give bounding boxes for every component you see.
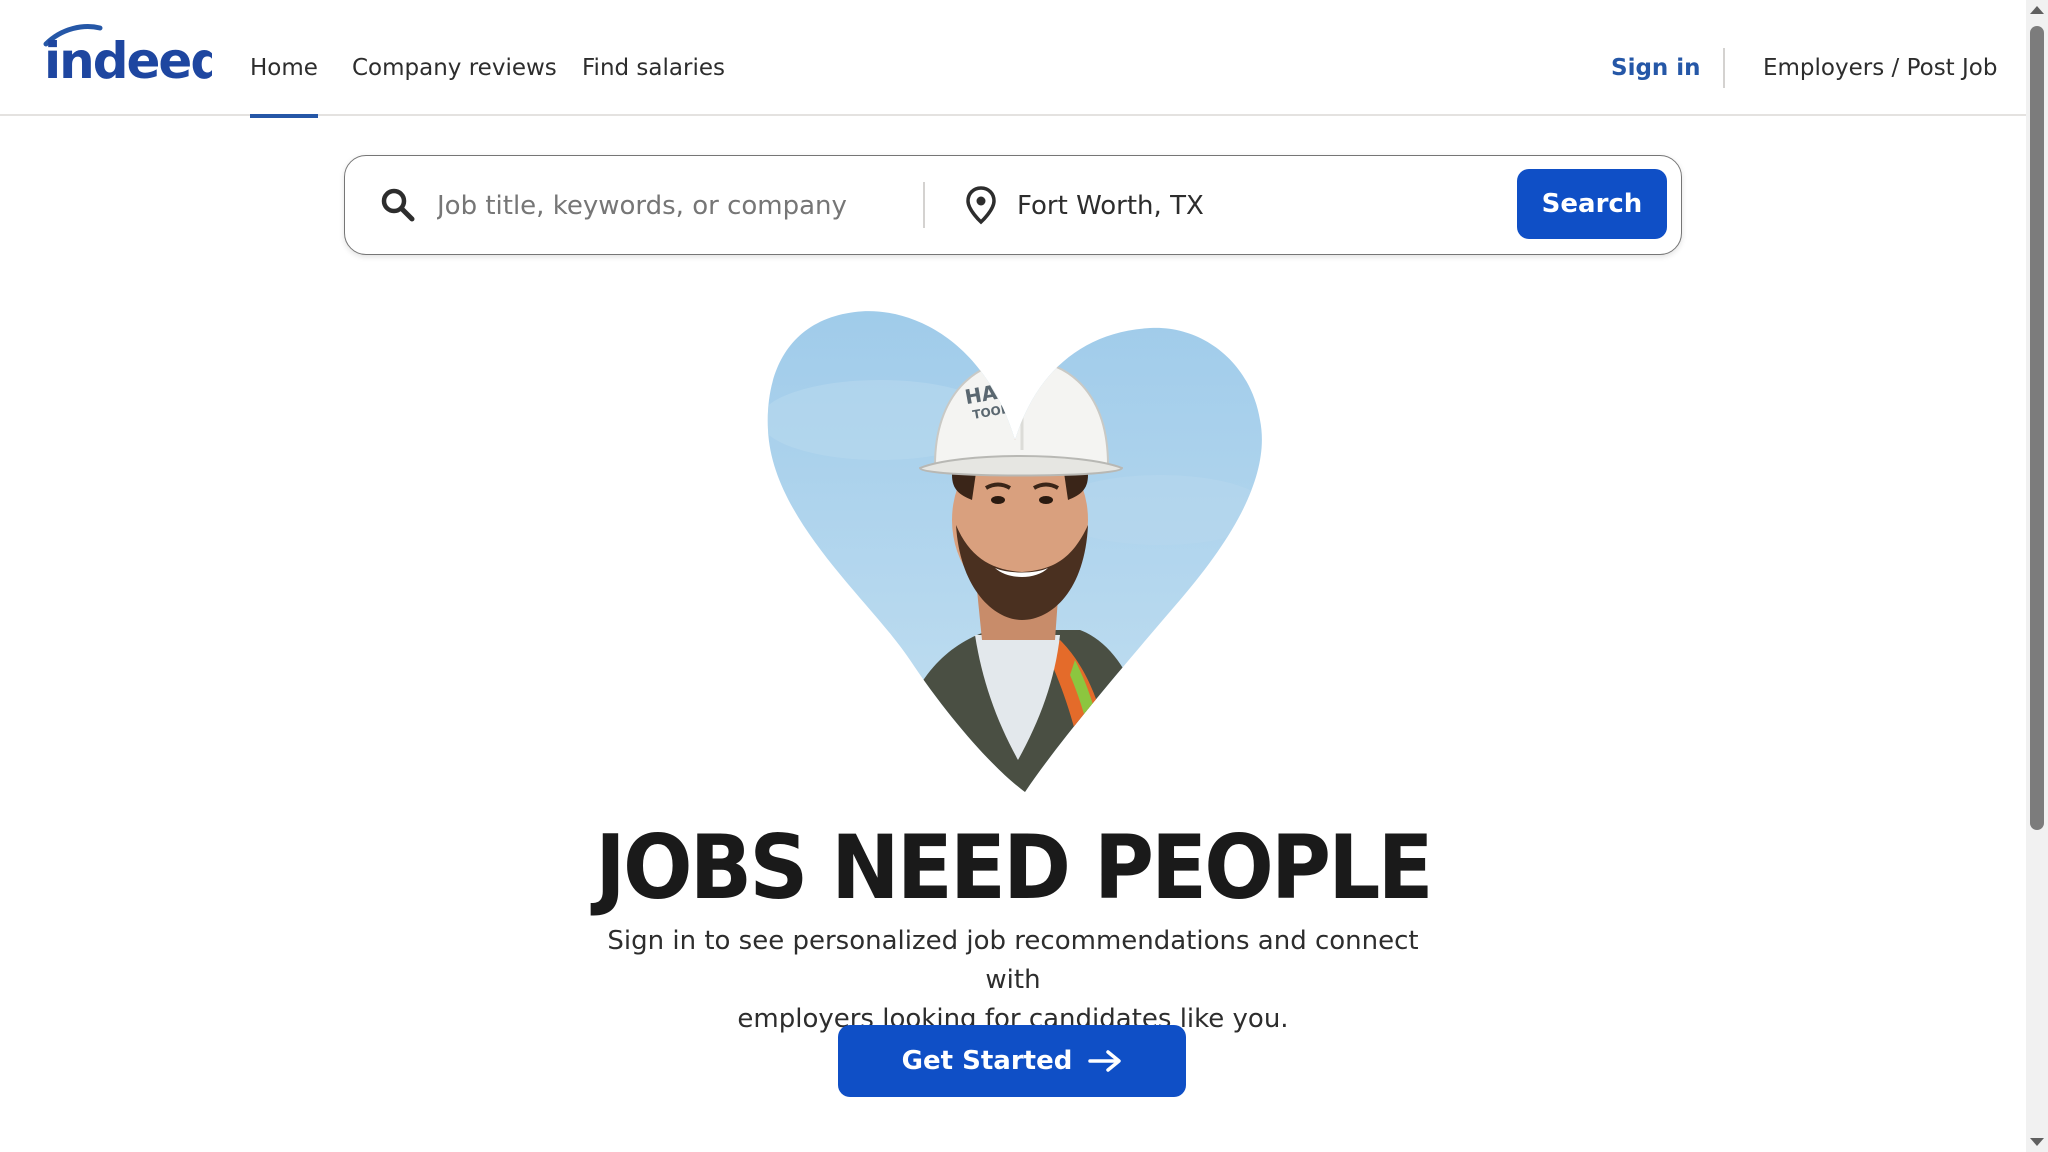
- location-input[interactable]: [1015, 178, 1435, 234]
- hero-subtext: Sign in to see personalized job recommen…: [600, 922, 1426, 1039]
- hero-subtext-line-1: Sign in to see personalized job recommen…: [607, 926, 1419, 995]
- employers-post-job-link[interactable]: Employers / Post Job: [1763, 0, 1997, 116]
- page-scrollbar[interactable]: [2026, 0, 2048, 1152]
- sign-in-link[interactable]: Sign in: [1611, 0, 1701, 116]
- nav-company-reviews[interactable]: Company reviews: [352, 0, 557, 116]
- hero-heart-photo: HALE TOOLS: [767, 311, 1262, 792]
- arrow-right-icon: [1088, 1050, 1122, 1072]
- scroll-down-arrow-icon[interactable]: [2030, 1138, 2044, 1146]
- indeed-logo[interactable]: indeed: [40, 22, 212, 92]
- get-started-label: Get Started: [901, 1046, 1073, 1076]
- top-navigation-bar: indeed Home Company reviews Find salarie…: [0, 0, 2026, 118]
- location-pin-icon: [966, 186, 996, 225]
- scroll-up-arrow-icon[interactable]: [2030, 6, 2044, 14]
- nav-find-salaries[interactable]: Find salaries: [582, 0, 725, 116]
- header-divider: [1723, 48, 1725, 88]
- get-started-button[interactable]: Get Started: [838, 1025, 1186, 1097]
- search-field-divider: [923, 182, 925, 228]
- hero-headline: JOBS NEED PEOPLE: [595, 816, 1433, 919]
- svg-text:indeed: indeed: [44, 32, 212, 90]
- job-search-bar: Search: [344, 155, 1682, 255]
- scrollbar-thumb[interactable]: [2030, 26, 2044, 830]
- search-icon: [381, 188, 415, 222]
- search-button[interactable]: Search: [1517, 169, 1667, 239]
- nav-home[interactable]: Home: [250, 0, 318, 118]
- job-title-keywords-input[interactable]: [435, 178, 895, 234]
